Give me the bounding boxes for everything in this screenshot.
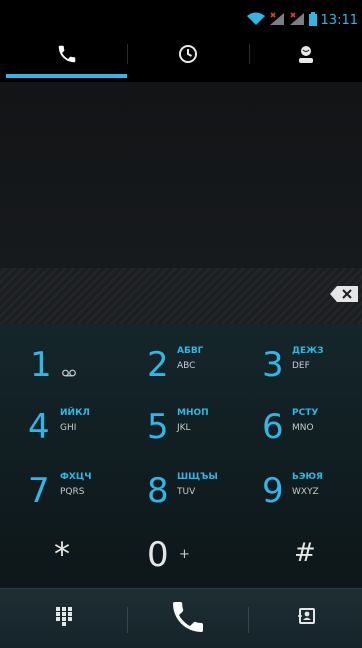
- call-icon: [168, 597, 208, 641]
- key-letters-ru: ДЕЖЗ: [292, 346, 324, 356]
- call-button[interactable]: [128, 589, 248, 648]
- tab-bar: [0, 30, 362, 83]
- key-letters: +: [179, 547, 190, 562]
- key-digit: 8: [147, 471, 169, 511]
- signal-2-icon: [289, 11, 305, 30]
- key-letters-ru: ЬЭЮЯ: [292, 472, 323, 482]
- key-digit: 3: [262, 345, 284, 385]
- key-letters-ru: РСТУ: [292, 408, 319, 418]
- key-digit: *: [54, 535, 70, 573]
- key-9[interactable]: 9 ЬЭЮЯ WXYZ: [242, 458, 362, 524]
- key-1[interactable]: 1: [0, 332, 120, 398]
- key-letters: ABC: [177, 361, 196, 371]
- dialer-action-bar: [0, 588, 362, 648]
- key-0[interactable]: 0 +: [121, 522, 241, 588]
- status-icons: 13:11: [246, 10, 358, 30]
- key-6[interactable]: 6 РСТУ MNO: [242, 394, 362, 460]
- dialer-screen: 13:11 1 2 АБВГ ABC 3 ДЕЖЗ DEF 4 ИЙКЛ GHI…: [0, 0, 362, 648]
- key-8[interactable]: 8 ШЩЪЫ TUV: [121, 458, 241, 524]
- key-2[interactable]: 2 АБВГ ABC: [121, 332, 241, 398]
- dialpad-button[interactable]: [0, 589, 127, 648]
- key-digit: 0: [147, 535, 169, 575]
- dialer-display-area: [0, 82, 362, 268]
- key-letters: MNO: [292, 423, 314, 433]
- key-letters-ru: ИЙКЛ: [60, 408, 90, 418]
- key-digit: 9: [262, 471, 284, 511]
- key-digit: 6: [262, 407, 284, 447]
- status-bar: 13:11: [0, 0, 362, 30]
- key-4[interactable]: 4 ИЙКЛ GHI: [0, 394, 120, 460]
- add-contact-icon: [296, 607, 316, 631]
- status-time: 13:11: [320, 12, 358, 28]
- phone-icon: [56, 43, 78, 69]
- number-field[interactable]: [12, 282, 312, 312]
- key-5[interactable]: 5 МНОП JKL: [121, 394, 241, 460]
- key-7[interactable]: 7 ФХЦЧ PQRS: [0, 458, 120, 524]
- key-letters-ru: МНОП: [177, 408, 209, 418]
- selected-tab-indicator: [6, 74, 127, 78]
- key-letters-ru: ШЩЪЫ: [177, 472, 218, 482]
- dialpad-icon: [55, 607, 72, 631]
- key-digit: 7: [28, 471, 50, 511]
- keypad: 1 2 АБВГ ABC 3 ДЕЖЗ DEF 4 ИЙКЛ GHI 5 МНО…: [0, 324, 362, 588]
- key-hash[interactable]: #: [242, 522, 362, 588]
- key-letters: PQRS: [60, 487, 85, 497]
- key-letters-ru: ФХЦЧ: [60, 472, 92, 482]
- key-letters: JKL: [177, 423, 191, 433]
- tab-contacts[interactable]: [249, 30, 362, 82]
- signal-1-icon: [269, 11, 285, 30]
- tab-recent[interactable]: [127, 30, 249, 82]
- battery-icon: [308, 11, 317, 30]
- key-letters: DEF: [292, 361, 310, 371]
- wifi-icon: [246, 11, 265, 30]
- key-letters: WXYZ: [292, 487, 319, 497]
- person-icon: [296, 44, 316, 68]
- key-digit: #: [294, 538, 316, 568]
- key-star[interactable]: *: [0, 522, 120, 588]
- clock-icon: [178, 44, 198, 68]
- key-digit: 1: [30, 345, 52, 385]
- key-digit: 5: [147, 407, 169, 447]
- key-digit: 4: [28, 407, 50, 447]
- key-letters: TUV: [177, 487, 196, 497]
- key-3[interactable]: 3 ДЕЖЗ DEF: [242, 332, 362, 398]
- number-entry-strip: [0, 268, 362, 325]
- key-letters-ru: АБВГ: [177, 346, 204, 356]
- voicemail-icon: [62, 362, 76, 381]
- add-contact-button[interactable]: [249, 589, 362, 648]
- backspace-icon[interactable]: [330, 286, 358, 302]
- key-digit: 2: [147, 345, 169, 385]
- key-letters: GHI: [60, 423, 77, 433]
